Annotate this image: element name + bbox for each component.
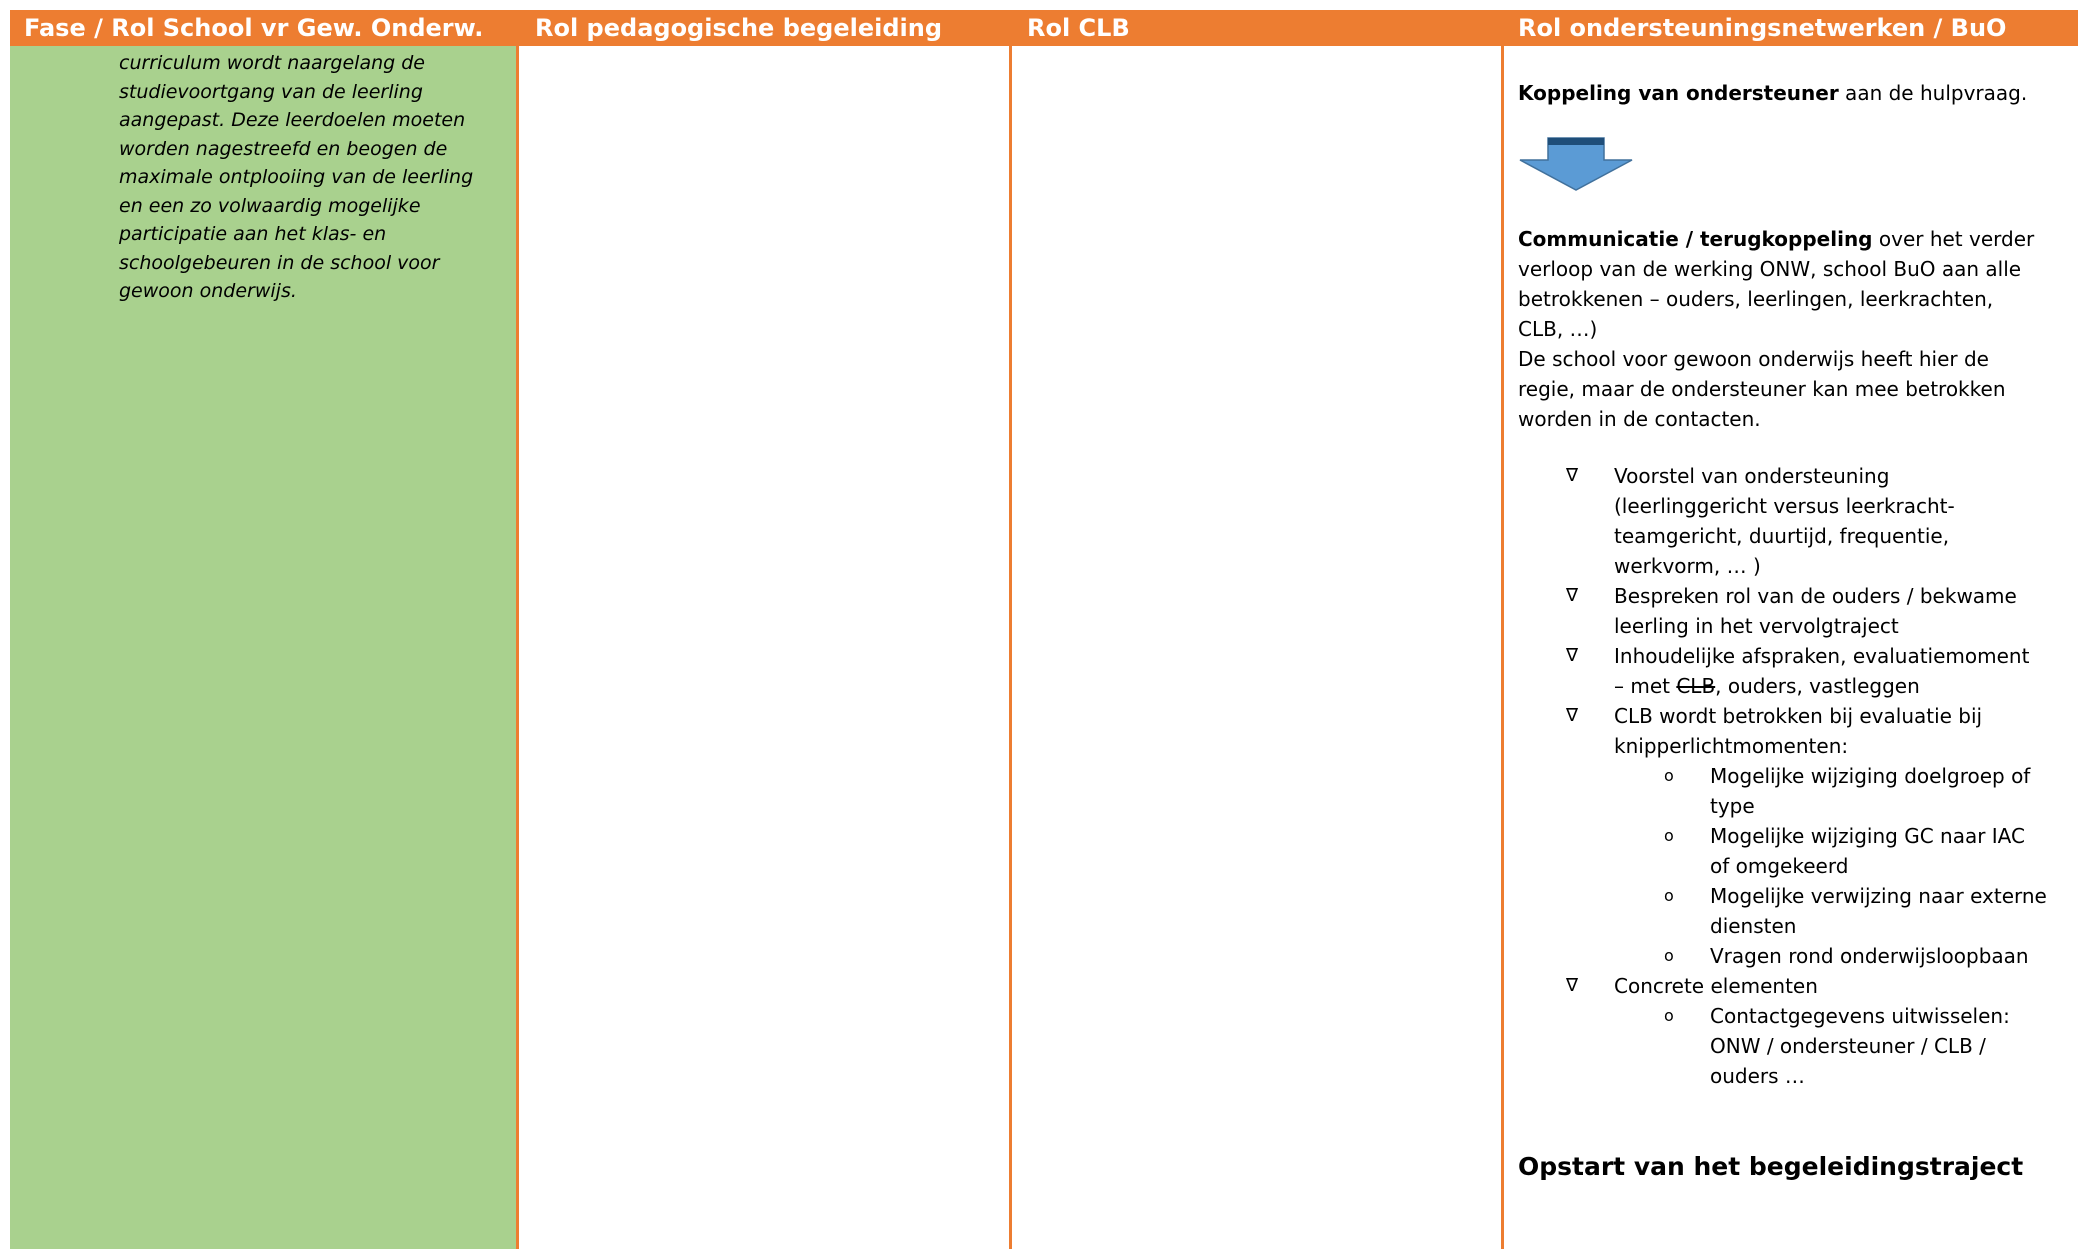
text-fragment: – met: [1614, 674, 1677, 698]
triangle-bullet-icon: ∇: [1566, 705, 1579, 726]
text-line: teamgericht, duurtijd, frequentie,: [1614, 524, 1950, 548]
text-line: Concrete elementen: [1614, 974, 1818, 998]
koppeling-bold: Koppeling van ondersteuner: [1518, 81, 1839, 105]
text-line: en een zo volwaardig mogelijke: [119, 194, 421, 217]
text-line: – met CLB, ouders, vastleggen: [1614, 671, 2078, 701]
sub-list-item: o Vragen rond onderwijsloopbaan: [1614, 941, 2078, 971]
list-item: ∇ Voorstel van ondersteuning (leerlingge…: [1518, 461, 2078, 581]
text-line: ONW / ondersteuner / CLB /: [1710, 1034, 1986, 1058]
text-line: curriculum wordt naargelang de: [119, 52, 425, 74]
column-divider: [1501, 46, 1504, 1249]
sub-list: o Contactgegevens uitwisselen: ONW / ond…: [1614, 1001, 2078, 1091]
text-line: werkvorm, … ): [1614, 554, 1761, 578]
text-line: Mogelijke verwijzing naar externe: [1710, 884, 2047, 908]
text-line: worden nagestreefd en beogen de: [119, 137, 448, 160]
sub-list-item: o Mogelijke verwijzing naar externe dien…: [1614, 881, 2078, 941]
text-line: ouders …: [1710, 1064, 1805, 1088]
triangle-bullet-icon: ∇: [1566, 645, 1579, 666]
section-heading-opstart: Opstart van het begeleidingstraject: [1518, 1152, 2024, 1181]
text-line: maximale ontplooiing van de leerling: [119, 166, 474, 188]
column-divider: [1009, 46, 1012, 1249]
text-line: Inhoudelijke afspraken, evaluatiemoment: [1614, 644, 2030, 668]
list-item: ∇ CLB wordt betrokken bij evaluatie bij …: [1518, 701, 2078, 971]
sub-list-item: o Mogelijke wijziging doelgroep of type: [1614, 761, 2078, 821]
header-fase-school: Fase / Rol School vr Gew. Onderw.: [24, 14, 484, 42]
triangle-bullet-icon: ∇: [1566, 585, 1579, 606]
text-line: knipperlichtmomenten:: [1614, 734, 1849, 758]
text-line: aangepast. Deze leerdoelen moeten: [119, 109, 466, 131]
text-line: over het verder: [1872, 227, 2035, 251]
circle-bullet-icon: o: [1664, 826, 1674, 845]
table-header: Fase / Rol School vr Gew. Onderw. Rol pe…: [10, 10, 2078, 46]
text-fragment: , ouders, vastleggen: [1715, 674, 1920, 698]
koppeling-rest: aan de hulpvraag.: [1838, 81, 2028, 105]
text-line: of omgekeerd: [1710, 854, 1849, 878]
text-line: leerling in het vervolgtraject: [1614, 614, 1899, 638]
text-line: diensten: [1710, 914, 1797, 938]
header-pedagogische-begeleiding: Rol pedagogische begeleiding: [535, 14, 943, 42]
circle-bullet-icon: o: [1664, 1006, 1674, 1025]
list-item: ∇ Bespreken rol van de ouders / bekwame …: [1518, 581, 2078, 641]
sub-list: o Mogelijke wijziging doelgroep of type …: [1614, 761, 2078, 971]
list-item: ∇ Concrete elementen o Contactgegevens u…: [1518, 971, 2078, 1091]
text-line: Voorstel van ondersteuning: [1614, 464, 1890, 488]
text-line: schoolgebeuren in de school voor: [119, 251, 440, 274]
text-line: verloop van de werking ONW, school BuO a…: [1518, 257, 2022, 281]
text-line: studievoortgang van de leerling: [119, 80, 423, 103]
text-line: Contactgegevens uitwisselen:: [1710, 1004, 2010, 1028]
circle-bullet-icon: o: [1664, 886, 1674, 905]
text-line: CLB, …): [1518, 317, 1598, 341]
header-clb: Rol CLB: [1027, 14, 1130, 42]
header-ondersteuningsnetwerken: Rol ondersteuningsnetwerken / BuO: [1518, 14, 2007, 42]
sub-list-item: o Contactgegevens uitwisselen: ONW / ond…: [1614, 1001, 2078, 1091]
text-line: gewoon onderwijs.: [119, 280, 297, 302]
communicatie-paragraph: Communicatie / terugkoppeling over het v…: [1518, 224, 2078, 434]
text-line: Vragen rond onderwijsloopbaan: [1710, 944, 2029, 968]
circle-bullet-icon: o: [1664, 946, 1674, 965]
text-line: type: [1710, 794, 1755, 818]
column-divider: [516, 46, 519, 1249]
struck-text: CLB: [1676, 674, 1716, 698]
text-line: regie, maar de ondersteuner kan mee betr…: [1518, 377, 2006, 401]
text-line: De school voor gewoon onderwijs heeft hi…: [1518, 347, 1989, 371]
text-line: participatie aan het klas- en: [119, 223, 387, 245]
sub-list-item: o Mogelijke wijziging GC naar IAC of omg…: [1614, 821, 2078, 881]
text-line: worden in de contacten.: [1518, 407, 1761, 431]
down-arrow-icon: [1519, 137, 1633, 191]
text-line: Mogelijke wijziging GC naar IAC: [1710, 824, 2025, 848]
steps-list: ∇ Voorstel van ondersteuning (leerlingge…: [1518, 461, 2078, 1091]
list-item: ∇ Inhoudelijke afspraken, evaluatiemomen…: [1518, 641, 2078, 701]
circle-bullet-icon: o: [1664, 766, 1674, 785]
text-line: Mogelijke wijziging doelgroep of: [1710, 764, 2031, 788]
koppeling-paragraph: Koppeling van ondersteuner aan de hulpvr…: [1518, 78, 2078, 108]
text-line: CLB wordt betrokken bij evaluatie bij: [1614, 704, 1983, 728]
text-line: betrokkenen – ouders, leerlingen, leerkr…: [1518, 287, 1994, 311]
text-line: Bespreken rol van de ouders / bekwame: [1614, 584, 2017, 608]
triangle-bullet-icon: ∇: [1566, 465, 1579, 486]
triangle-bullet-icon: ∇: [1566, 975, 1579, 996]
school-role-text: curriculum wordt naargelang de studievoo…: [119, 49, 489, 306]
communicatie-bold: Communicatie / terugkoppeling: [1518, 227, 1873, 251]
text-line: (leerlinggericht versus leerkracht-: [1614, 494, 1955, 518]
